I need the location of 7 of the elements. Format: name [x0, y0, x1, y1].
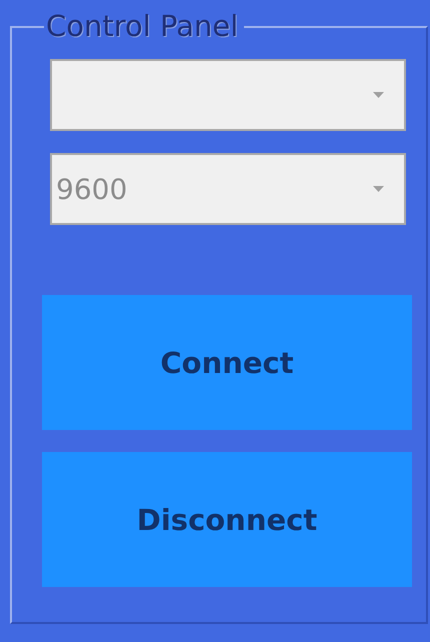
dropdown[interactable]: [50, 59, 406, 131]
dropdown-arrow-icon: [373, 186, 384, 192]
button[interactable]: Connect: [42, 295, 412, 430]
dropdown[interactable]: 9600: [50, 153, 406, 225]
group-title: Control Panel: [45, 12, 240, 41]
dropdown-arrow-icon: [373, 92, 384, 98]
button[interactable]: Disconnect: [42, 452, 412, 587]
